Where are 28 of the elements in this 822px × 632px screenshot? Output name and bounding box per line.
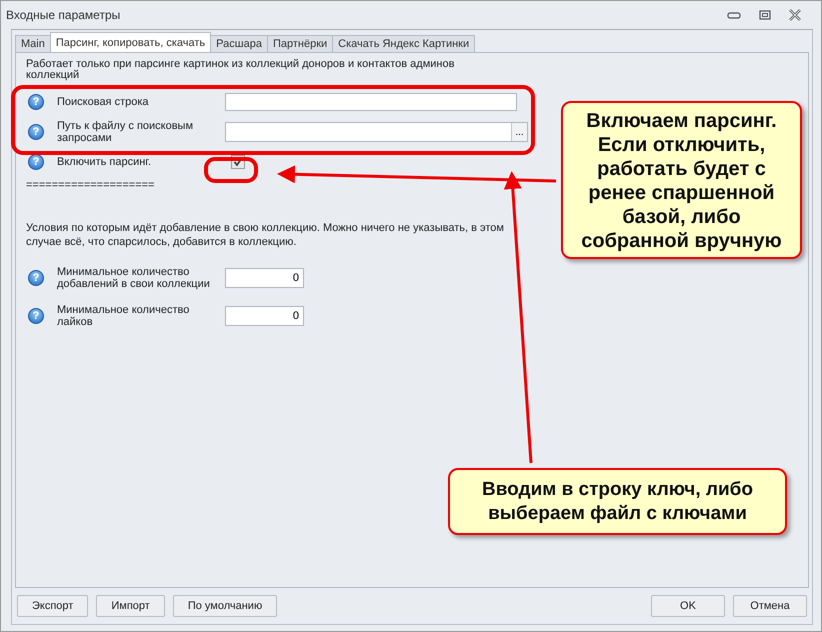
tab[interactable]: Main — [15, 35, 51, 52]
tab[interactable]: Расшара — [210, 35, 268, 52]
number-field[interactable]: 0 — [225, 306, 304, 326]
tab[interactable]: Партнёрки — [266, 35, 334, 52]
search-field[interactable] — [225, 93, 517, 111]
tab[interactable]: Парсинг, копировать, скачать — [50, 32, 212, 52]
footer-button[interactable]: Импорт — [96, 595, 165, 617]
callout-note: Вводим в строку ключ, либо выбераем файл с ключами — [448, 468, 787, 535]
number-field[interactable]: 0 — [225, 268, 304, 288]
callout-note: Включаем парсинг. Если отключить, работать будет с ренее спаршенной базой, либо собранной вручную — [561, 101, 802, 259]
field-label: Поисковая строка — [57, 96, 150, 108]
footer-button[interactable]: По умолчанию — [172, 595, 278, 617]
field-label: Минимальное количество лайков — [57, 304, 190, 328]
dialog-button[interactable]: Отмена — [733, 595, 807, 617]
field-label: Включить парсинг. — [57, 156, 152, 168]
close-icon[interactable] — [789, 9, 801, 21]
intro-text: Работает только при парсинге картинок из коллекций доноров и контактов админов коллекций — [26, 59, 456, 81]
conditions-text: Условия по которым идёт добавление в свою коллекцию. Можно ничего не указывать, в этом случае всё, что спарсилось, добавится в коллекцию. — [26, 221, 505, 249]
maximize-icon[interactable] — [759, 10, 771, 20]
footer-button[interactable]: Экспорт — [17, 595, 88, 617]
field-label: Путь к файлу с поисковым запросами — [57, 120, 194, 144]
separator-text: ==================== — [26, 179, 156, 191]
minimize-icon[interactable] — [727, 11, 741, 19]
window-title: Входные параметры — [6, 8, 120, 22]
dialog-button[interactable]: OK — [651, 595, 725, 617]
highlight-outline — [204, 157, 258, 183]
tab[interactable]: Скачать Яндекс Картинки — [332, 35, 476, 52]
field-label: Минимальное количество добавлений в свои коллекции — [57, 266, 211, 290]
